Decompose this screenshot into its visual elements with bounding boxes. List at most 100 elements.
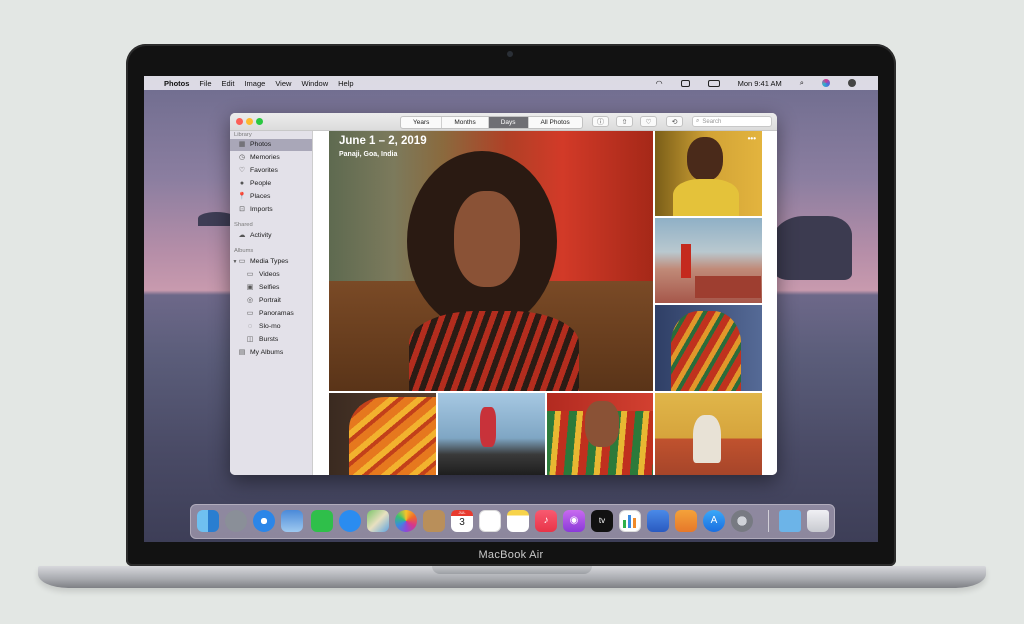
search-field[interactable]: ⌕ Search: [692, 116, 772, 127]
photo-thumb-fort[interactable]: [655, 218, 762, 303]
sidebar-item-label: Portrait: [259, 297, 281, 304]
launchpad-icon[interactable]: [225, 510, 247, 532]
sidebar-item-selfies[interactable]: ▣ Selfies: [230, 282, 312, 294]
search-icon[interactable]: ⌕: [800, 78, 804, 88]
sidebar-item-label: Favorites: [250, 167, 278, 174]
share-icon: ⇧: [621, 119, 628, 126]
music-icon[interactable]: ♪: [535, 510, 557, 532]
podcasts-icon[interactable]: ◉: [563, 510, 585, 532]
maps-icon[interactable]: [367, 510, 389, 532]
menu-bar: Photos File Edit Image View Window Help …: [144, 76, 878, 90]
zoom-button[interactable]: [256, 118, 263, 125]
menu-edit[interactable]: Edit: [222, 79, 235, 88]
sidebar-item-people[interactable]: ● People: [230, 178, 312, 190]
segment-all-photos[interactable]: All Photos: [529, 117, 582, 128]
photo-thumb-scarf[interactable]: [655, 305, 762, 391]
photo-thumb-jump[interactable]: [438, 393, 545, 475]
pages-icon[interactable]: [675, 510, 697, 532]
photos-window: Years Months Days All Photos ⓘ ⇧ ♡ ⟲ ⌕ S…: [230, 113, 777, 475]
albums-icon: ▤: [238, 349, 246, 356]
trash-icon[interactable]: [807, 510, 829, 532]
messages-icon[interactable]: [339, 510, 361, 532]
photo-thumb-stripes[interactable]: [547, 393, 653, 475]
cloud-icon: ☁: [238, 232, 246, 239]
facetime-icon[interactable]: [311, 510, 333, 532]
numbers-icon[interactable]: [619, 510, 641, 532]
folder-icon: ▭: [238, 258, 246, 265]
rotate-button[interactable]: ⟲: [666, 116, 683, 127]
photos-grid-icon: ▦: [238, 141, 246, 148]
person-icon: ●: [239, 180, 245, 187]
sidebar-item-activity[interactable]: ☁ Activity: [230, 230, 312, 242]
sidebar-item-my-albums[interactable]: ▤ My Albums: [230, 347, 312, 359]
menu-file[interactable]: File: [199, 79, 211, 88]
slo-mo-icon: ◌: [247, 323, 253, 330]
sidebar-item-bursts[interactable]: ◫ Bursts: [230, 334, 312, 346]
sidebar-item-label: My Albums: [250, 349, 284, 356]
wifi-icon[interactable]: ◠: [656, 79, 663, 88]
sidebar-item-portrait[interactable]: ◎ Portrait: [230, 295, 312, 307]
photo-thumb-man[interactable]: •••: [655, 131, 762, 216]
segment-months[interactable]: Months: [442, 117, 489, 128]
photo-thumb-dancer[interactable]: [655, 393, 762, 475]
menu-image[interactable]: Image: [244, 79, 265, 88]
downloads-folder-icon[interactable]: [779, 510, 801, 532]
sidebar-item-media-types[interactable]: ▼ ▭ Media Types: [230, 256, 312, 268]
minimize-button[interactable]: [246, 118, 253, 125]
menu-extras: ◠ Mon 9:41 AM ⌕: [648, 76, 866, 90]
reminders-icon[interactable]: [479, 510, 501, 532]
finder-icon[interactable]: [197, 510, 219, 532]
siri-icon[interactable]: [822, 79, 830, 87]
sidebar-item-label: Memories: [250, 154, 280, 161]
clock[interactable]: Mon 9:41 AM: [738, 79, 782, 88]
magnifier-icon: ⌕: [696, 118, 700, 124]
sidebar-item-label: Imports: [250, 206, 273, 213]
menu-help[interactable]: Help: [338, 79, 353, 88]
photo-thumb-orange[interactable]: [329, 393, 436, 475]
safari-icon[interactable]: [253, 510, 275, 532]
sidebar-item-panoramas[interactable]: ▭ Panoramas: [230, 308, 312, 320]
thumb-dancer: [693, 415, 721, 463]
calendar-day: 3: [459, 517, 465, 528]
info-button[interactable]: ⓘ: [592, 116, 609, 127]
battery-icon[interactable]: [707, 79, 720, 87]
bursts-icon: ◫: [246, 336, 254, 343]
thumb-figure: [681, 244, 691, 278]
favorite-button[interactable]: ♡: [640, 116, 657, 127]
airplay-icon[interactable]: [680, 79, 690, 87]
photo-preview-icon[interactable]: [281, 510, 303, 532]
sidebar-item-imports[interactable]: ⊡ Imports: [230, 204, 312, 216]
menu-view[interactable]: View: [275, 79, 291, 88]
keynote-icon[interactable]: [647, 510, 669, 532]
menu-window[interactable]: Window: [301, 79, 328, 88]
sidebar-item-slo-mo[interactable]: ◌ Slo-mo: [230, 321, 312, 333]
tv-icon[interactable]: tv: [591, 510, 613, 532]
sidebar-item-label: Panoramas: [259, 310, 294, 317]
sidebar-item-places[interactable]: 📍 Places: [230, 191, 312, 203]
segment-days[interactable]: Days: [488, 117, 529, 128]
hero-photo[interactable]: June 1 – 2, 2019 Panaji, Goa, India: [329, 131, 653, 391]
search-placeholder: Search: [702, 118, 722, 125]
more-options-icon[interactable]: •••: [748, 134, 756, 143]
share-button[interactable]: ⇧: [616, 116, 633, 127]
photos-icon[interactable]: [395, 510, 417, 532]
segment-years[interactable]: Years: [401, 117, 443, 128]
sidebar: Library ▦ Photos ◷ Memories ♡ Favorites …: [230, 131, 313, 475]
system-preferences-icon[interactable]: [731, 510, 753, 532]
dock-separator: [768, 510, 769, 532]
sidebar-item-videos[interactable]: ▭ Videos: [230, 269, 312, 281]
rotate-icon: ⟲: [671, 119, 678, 126]
control-center-icon[interactable]: [848, 79, 856, 87]
contacts-icon[interactable]: [423, 510, 445, 532]
app-menu[interactable]: Photos: [164, 79, 189, 88]
tv-label: tv: [598, 516, 606, 525]
close-button[interactable]: [236, 118, 243, 125]
sidebar-item-memories[interactable]: ◷ Memories: [230, 152, 312, 164]
thumb-hand: [585, 401, 619, 447]
app-store-icon[interactable]: A: [703, 510, 725, 532]
notes-icon[interactable]: [507, 510, 529, 532]
sidebar-item-favorites[interactable]: ♡ Favorites: [230, 165, 312, 177]
calendar-icon[interactable]: JUL 3: [451, 510, 473, 532]
heart-icon: ♡: [645, 119, 652, 126]
sidebar-item-photos[interactable]: ▦ Photos: [230, 139, 312, 151]
